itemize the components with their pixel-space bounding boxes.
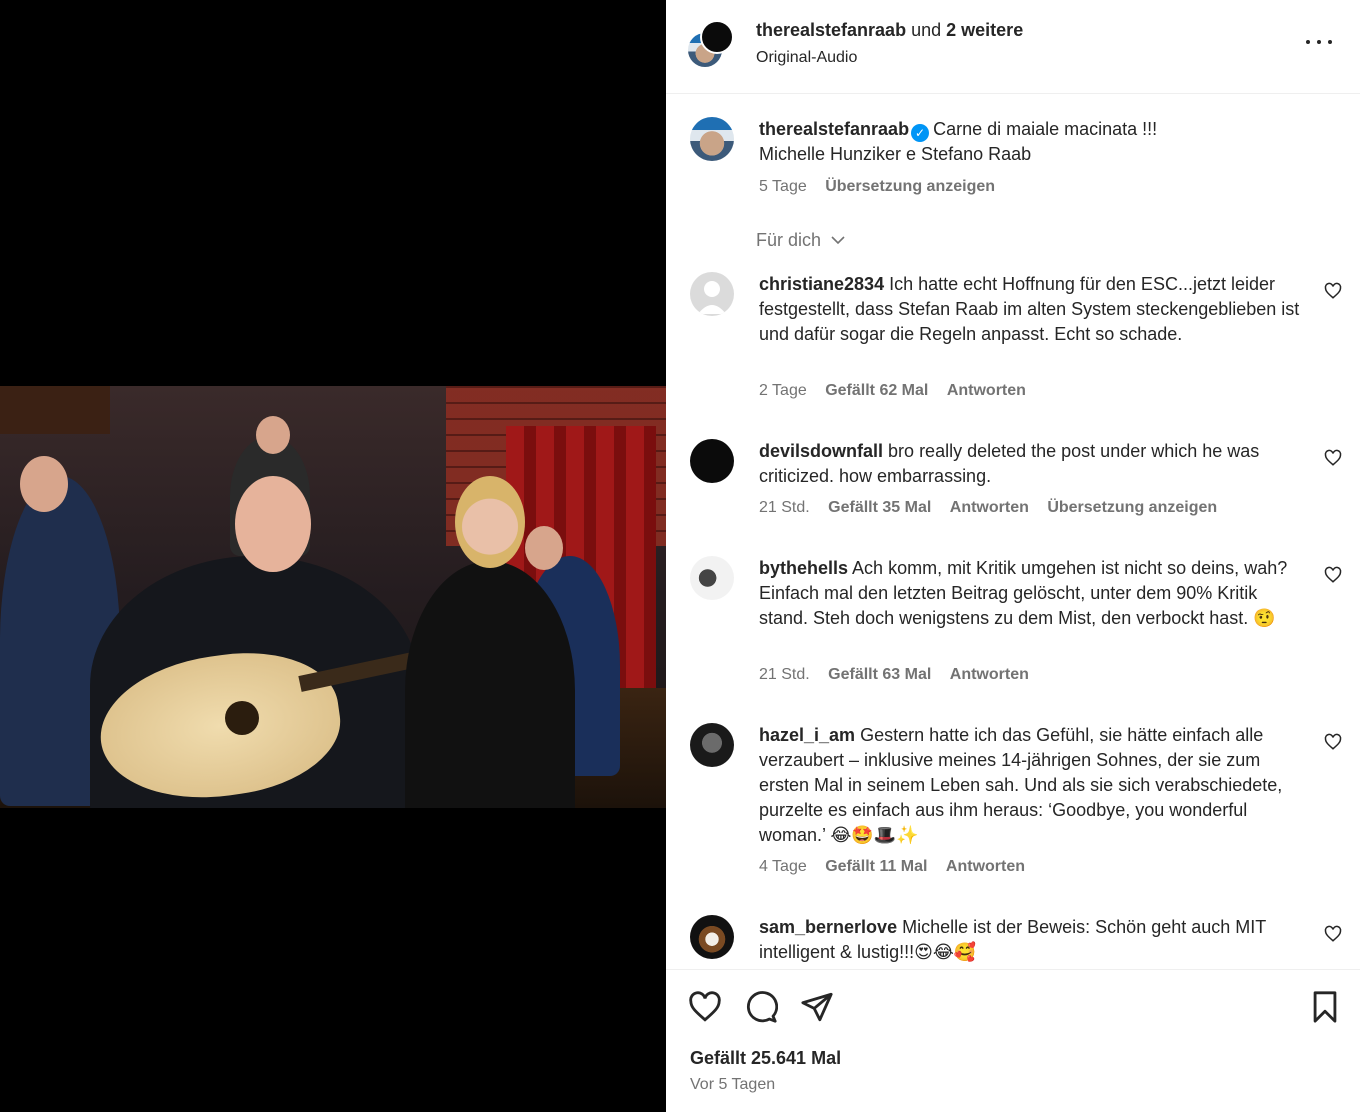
comment-time: 21 Std. <box>759 499 810 516</box>
comment-likes[interactable]: Gefällt 11 Mal <box>825 858 927 875</box>
comment-username[interactable]: devilsdownfall <box>759 441 883 461</box>
comment-time: 21 Std. <box>759 666 810 683</box>
paper-plane-icon[interactable] <box>800 990 834 1024</box>
audio-link[interactable]: Original-Audio <box>756 49 857 67</box>
bookmark-icon[interactable] <box>1308 990 1342 1024</box>
comment-username[interactable]: hazel_i_am <box>759 725 855 745</box>
comment-meta: 21 Std. Gefällt 63 Mal Antworten <box>759 666 1043 684</box>
musician-head <box>20 456 68 512</box>
comment-translate-link[interactable]: Übersetzung anzeigen <box>1047 499 1217 516</box>
stage-sign-image <box>0 386 110 434</box>
keyboard-player-head <box>525 526 563 570</box>
comment-meta: 4 Tage Gefällt 11 Mal Antworten <box>759 858 1039 876</box>
comments-list[interactable]: therealstefanraab ✓ Carne di maiale macina… <box>666 95 1360 968</box>
heart-icon[interactable] <box>1324 925 1342 943</box>
caption-line2: Michelle Hunziker e Stefano Raab <box>759 144 1032 164</box>
caption-username[interactable]: therealstefanraab <box>759 119 909 139</box>
comment-reply-button[interactable]: Antworten <box>946 858 1025 875</box>
comment-username[interactable]: sam_bernerlove <box>759 917 897 937</box>
commenter-avatar[interactable] <box>690 556 734 600</box>
comment-sort-dropdown[interactable]: Für dich <box>756 230 846 251</box>
singer-figure <box>405 561 575 808</box>
comment-likes[interactable]: Gefällt 62 Mal <box>825 382 928 399</box>
comment-text: christiane2834 Ich hatte echt Hoffnung f… <box>759 272 1304 347</box>
commenter-avatar[interactable] <box>690 272 734 316</box>
drummer-head <box>256 416 290 454</box>
default-user-icon <box>698 281 726 314</box>
more-options-button[interactable] <box>1306 32 1332 52</box>
post-like-count[interactable]: Gefällt 25.641 Mal <box>690 1048 841 1069</box>
comment-icon[interactable] <box>744 990 778 1024</box>
commenter-avatar[interactable] <box>690 723 734 767</box>
post-actions-bar: Gefällt 25.641 Mal Vor 5 Tagen <box>666 969 1360 1112</box>
media-pane <box>0 0 666 1112</box>
caption-avatar[interactable] <box>690 117 734 161</box>
chevron-down-icon <box>831 236 845 245</box>
comment-text: hazel_i_am Gestern hatte ich das Gefühl,… <box>759 723 1304 848</box>
header-authors[interactable]: therealstefanraab und 2 weitere <box>756 20 1023 41</box>
comment-text: devilsdownfall bro really deleted the po… <box>759 439 1304 489</box>
comment-meta: 2 Tage Gefällt 62 Mal Antworten <box>759 382 1040 400</box>
comment-meta: 21 Std. Gefällt 35 Mal Antworten Überset… <box>759 499 1231 517</box>
comment-likes[interactable]: Gefällt 35 Mal <box>828 499 931 516</box>
collaborator-avatar[interactable] <box>700 20 734 54</box>
commenter-avatar[interactable] <box>690 915 734 959</box>
caption-text: therealstefanraab ✓ Carne di maiale macina… <box>759 117 1304 167</box>
comment-time: 2 Tage <box>759 382 807 399</box>
comment-reply-button[interactable]: Antworten <box>950 666 1029 683</box>
more-dot <box>1317 40 1321 44</box>
header-and: und <box>911 20 942 40</box>
caption-line1: Carne di maiale macinata !!! <box>933 119 1158 139</box>
more-dot <box>1328 40 1332 44</box>
sort-label: Für dich <box>756 230 822 250</box>
comment-reply-button[interactable]: Antworten <box>950 499 1029 516</box>
comment-time: 4 Tage <box>759 858 807 875</box>
singer-head <box>455 476 525 568</box>
caption-meta: 5 Tage Übersetzung anzeigen <box>759 178 1009 196</box>
heart-icon[interactable] <box>1324 566 1342 584</box>
comment-username[interactable]: christiane2834 <box>759 274 884 294</box>
caption-translate-link[interactable]: Übersetzung anzeigen <box>825 178 995 195</box>
commenter-avatar[interactable] <box>690 439 734 483</box>
more-horizontal-icon <box>1306 40 1310 44</box>
comment-likes[interactable]: Gefällt 63 Mal <box>828 666 931 683</box>
caption-time: 5 Tage <box>759 178 807 195</box>
comment-username[interactable]: bythehells <box>759 558 848 578</box>
comment-reply-button[interactable]: Antworten <box>947 382 1026 399</box>
heart-icon[interactable] <box>688 990 722 1024</box>
heart-icon[interactable] <box>1324 449 1342 467</box>
post-panel: therealstefanraab und 2 weitere Original… <box>666 0 1360 1112</box>
verified-badge-icon: ✓ <box>911 124 930 142</box>
guitar-soundhole <box>225 701 259 735</box>
comment-text: sam_bernerlove Michelle ist der Beweis: … <box>759 915 1304 965</box>
post-header: therealstefanraab und 2 weitere Original… <box>666 0 1360 94</box>
video-player[interactable] <box>0 386 666 808</box>
heart-icon[interactable] <box>1324 282 1342 300</box>
comment-text: bythehells Ach komm, mit Kritik umgehen … <box>759 556 1304 631</box>
post-timestamp: Vor 5 Tagen <box>690 1076 776 1093</box>
guitarist-head <box>235 476 311 572</box>
heart-icon[interactable] <box>1324 733 1342 751</box>
header-others[interactable]: 2 weitere <box>946 20 1023 40</box>
header-username[interactable]: therealstefanraab <box>756 20 906 40</box>
